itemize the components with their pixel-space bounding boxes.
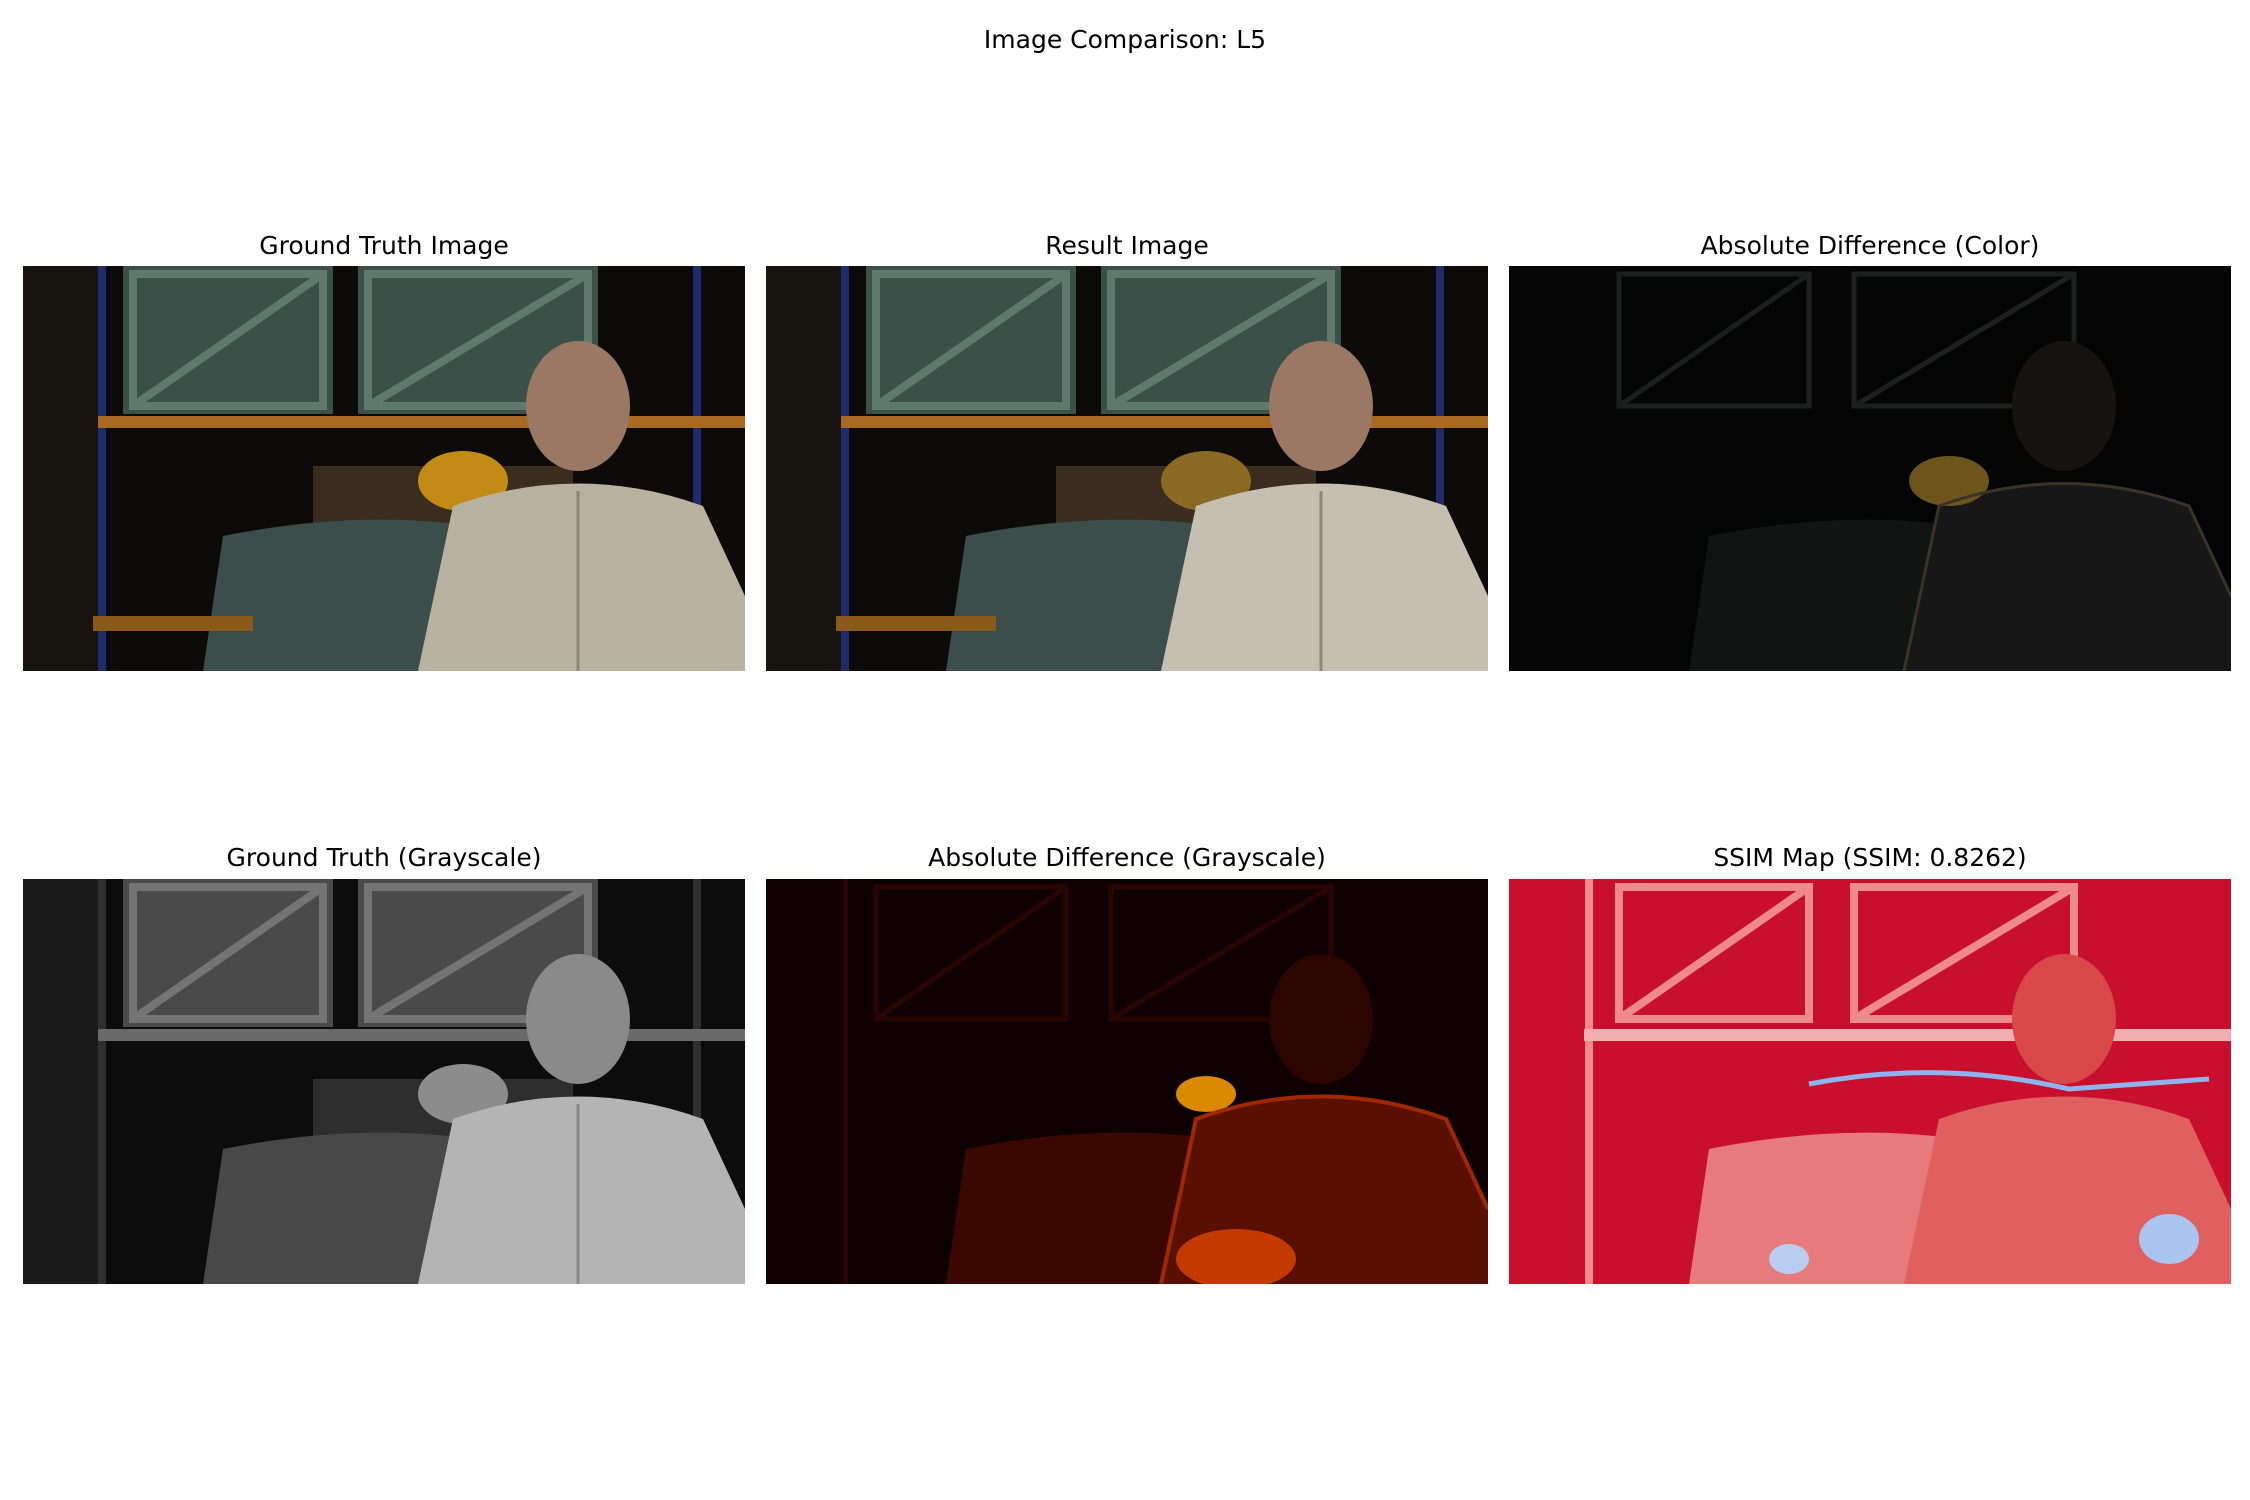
ssim-map-image	[1509, 879, 2231, 1284]
result-image	[766, 266, 1488, 671]
panel-title-ssim-map: SSIM Map (SSIM: 0.8262)	[1713, 843, 2027, 872]
ground-truth-scene	[23, 266, 745, 671]
panel-title-abs-diff-grayscale: Absolute Difference (Grayscale)	[928, 843, 1326, 872]
panel-title-result: Result Image	[1045, 231, 1209, 260]
ground-truth-grayscale-scene	[23, 879, 745, 1284]
ground-truth-grayscale-image	[23, 879, 745, 1284]
panel-title-ground-truth-grayscale: Ground Truth (Grayscale)	[226, 843, 542, 872]
panel-title-abs-diff-color: Absolute Difference (Color)	[1700, 231, 2040, 260]
ssim-map-heatmap	[1509, 879, 2231, 1284]
ground-truth-image	[23, 266, 745, 671]
figure-title: Image Comparison: L5	[983, 25, 1267, 54]
panel-title-ground-truth: Ground Truth Image	[259, 231, 509, 260]
abs-diff-grayscale-image	[766, 879, 1488, 1284]
abs-diff-grayscale-heatmap	[766, 879, 1488, 1284]
abs-diff-color-image	[1509, 266, 2231, 671]
abs-diff-color-scene	[1509, 266, 2231, 671]
result-scene	[766, 266, 1488, 671]
